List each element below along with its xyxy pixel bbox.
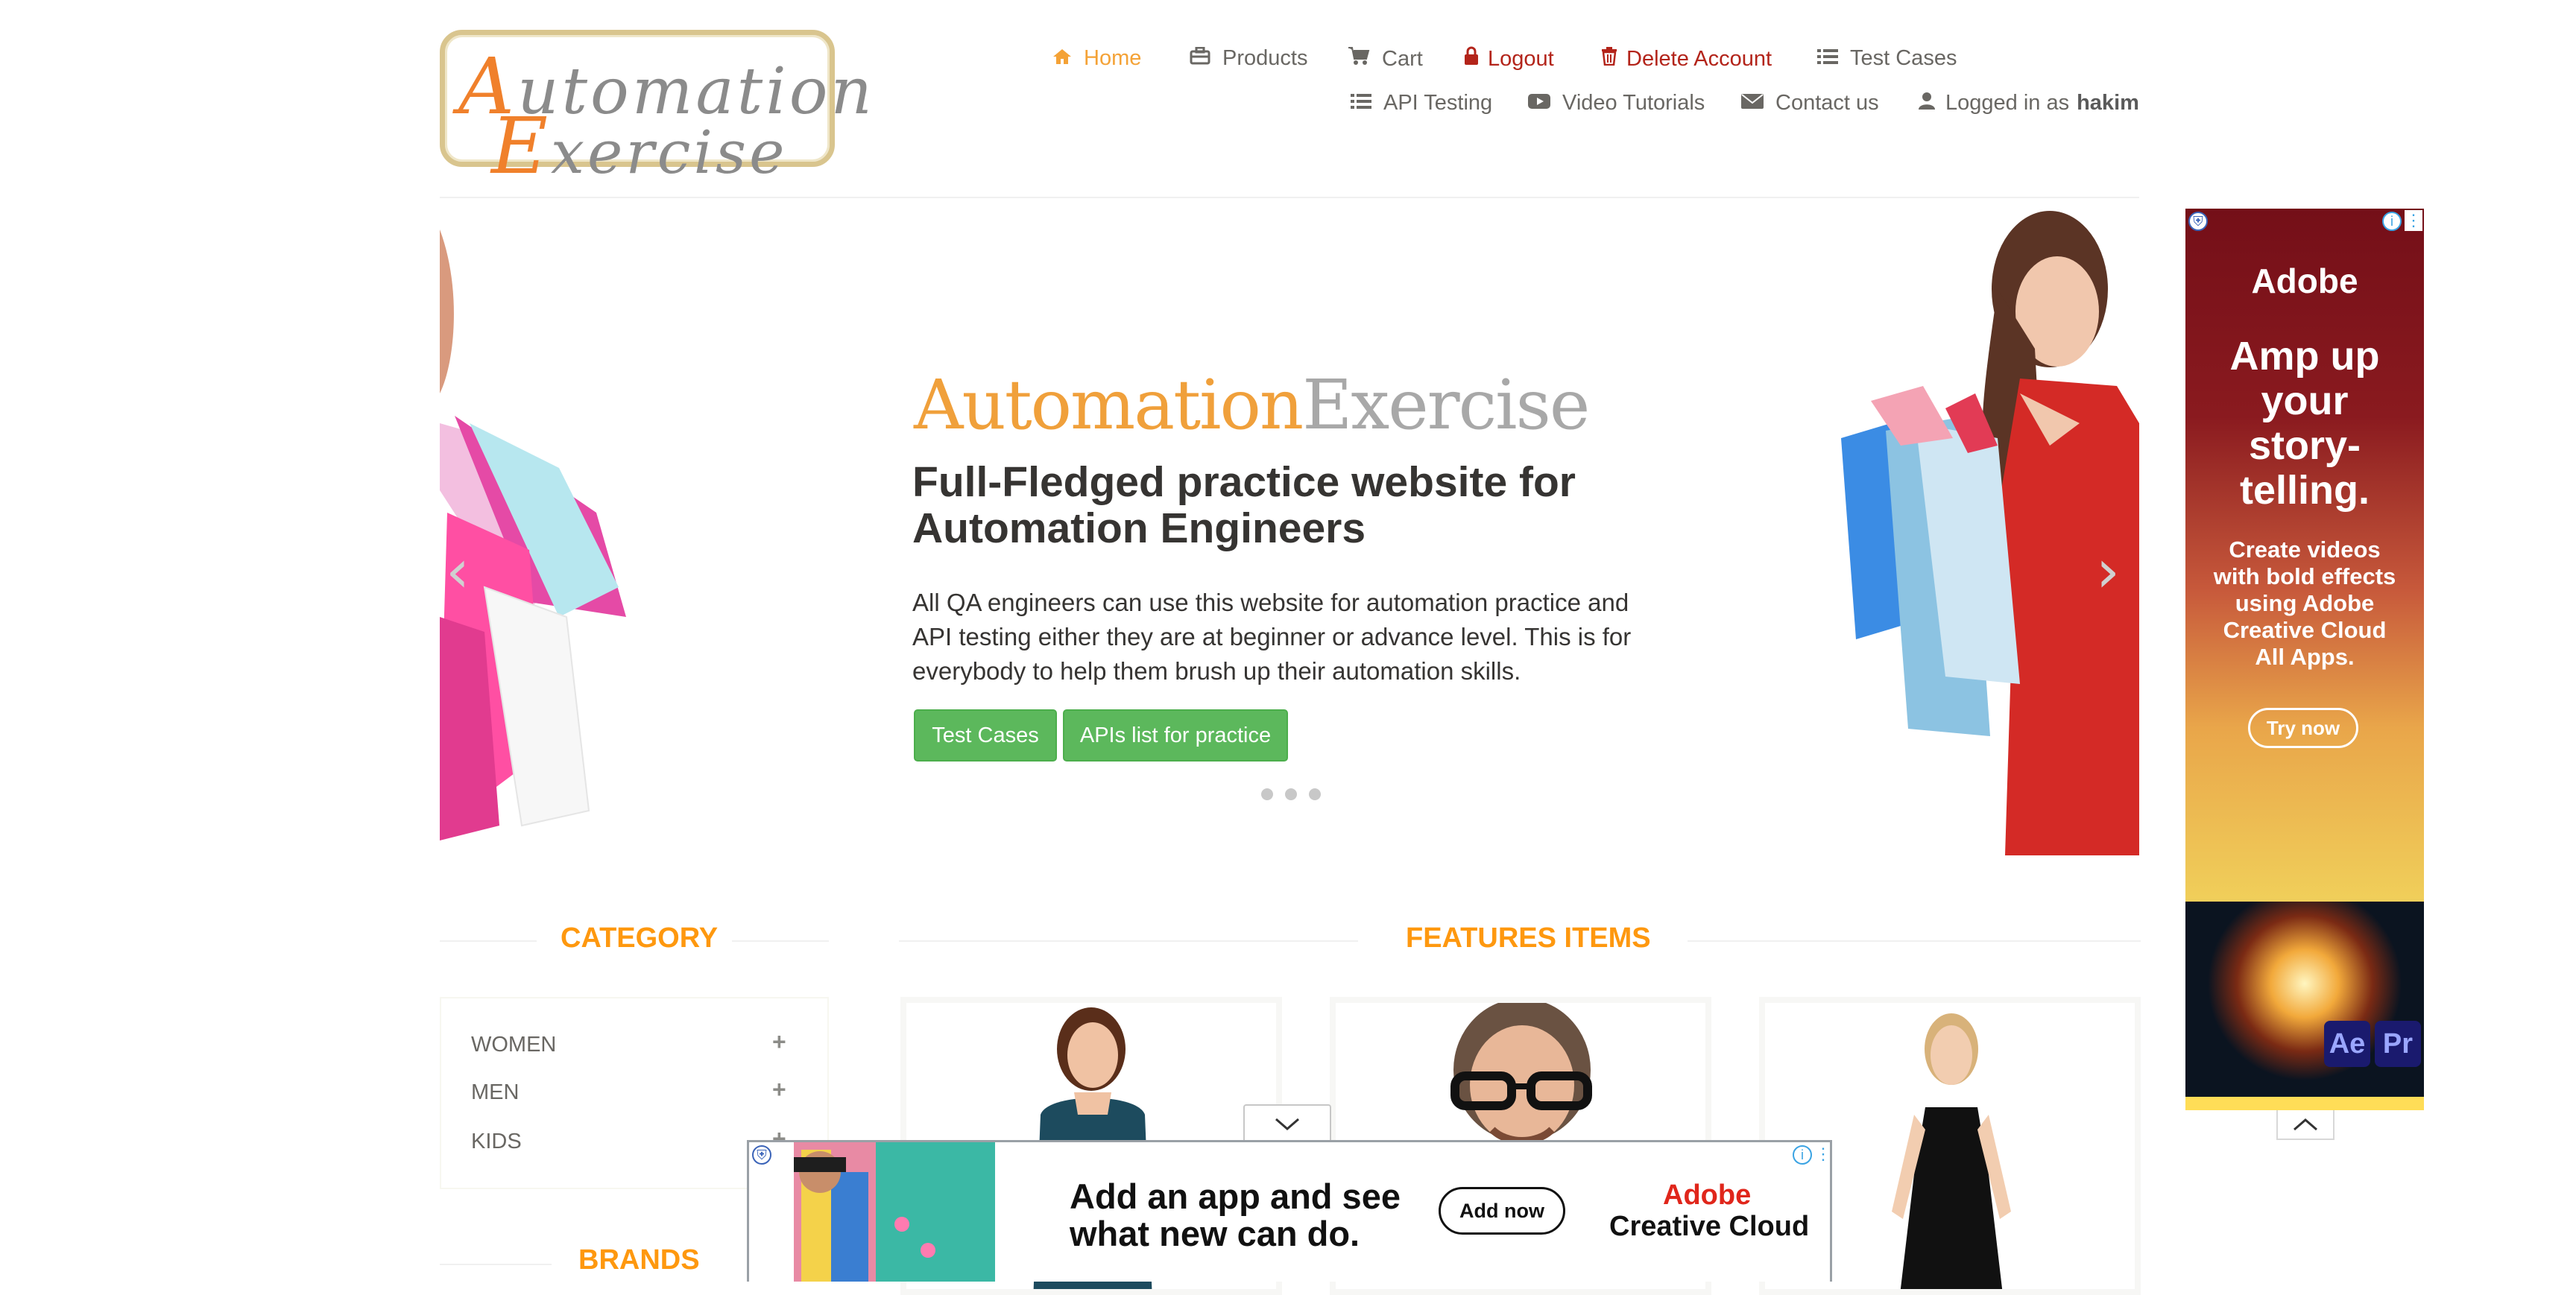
- ad-skyscraper[interactable]: ⛨ i ⋮ Adobe Amp up your story-telling. C…: [2185, 209, 2424, 1110]
- nav-label: Products: [1222, 46, 1308, 70]
- list-icon: [1817, 46, 1838, 71]
- nav-logout[interactable]: Logout: [1464, 46, 1554, 72]
- category-rule-right: [732, 940, 829, 942]
- brands-title: BRANDS: [578, 1244, 700, 1276]
- slider-dot-3[interactable]: [1309, 788, 1321, 800]
- youtube-icon: [1528, 91, 1550, 115]
- ad-banner-headline: Add an app and see what new can do.: [1070, 1177, 1401, 1253]
- slider-dot-1[interactable]: [1261, 788, 1273, 800]
- collapse-ad-button[interactable]: [2276, 1110, 2334, 1140]
- slider-heading: Full-Fledged practice website for Automa…: [912, 458, 1576, 552]
- ad-menu-icon[interactable]: ⋮: [2405, 210, 2422, 231]
- nav-label: Logout: [1488, 46, 1554, 71]
- site-logo[interactable]: Automation Exercise: [440, 30, 872, 191]
- slider-image-left: [440, 229, 626, 840]
- slider-brand-title: AutomationExercise: [914, 365, 1590, 445]
- slider-text: All QA engineers can use this website fo…: [912, 589, 1632, 685]
- nav-video-tutorials[interactable]: Video Tutorials: [1528, 91, 1705, 115]
- username: hakim: [2077, 91, 2139, 115]
- nav-products[interactable]: Products: [1190, 46, 1307, 71]
- ad-brand: Adobe: [2251, 262, 2358, 300]
- category-title: CATEGORY: [561, 922, 719, 954]
- apis-list-button[interactable]: APIs list for practice: [1063, 709, 1288, 762]
- nav-label: Home: [1084, 46, 1142, 70]
- nav-label: Contact us: [1775, 91, 1879, 115]
- after-effects-badge: Ae: [2324, 1021, 2370, 1067]
- category-kids[interactable]: KIDS: [471, 1130, 522, 1154]
- chevron-up-icon: [2294, 1118, 2317, 1131]
- features-title: FEATURES ITEMS: [1406, 922, 1651, 954]
- nav-test-cases[interactable]: Test Cases: [1817, 46, 1957, 71]
- collapse-bottom-ad-button[interactable]: [1243, 1104, 1331, 1142]
- slider-prev-arrow[interactable]: ‹: [446, 536, 470, 606]
- nav-label: Test Cases: [1850, 46, 1957, 70]
- category-men[interactable]: MEN: [471, 1080, 519, 1105]
- nav-label: API Testing: [1383, 91, 1493, 115]
- features-rule-left: [899, 940, 1358, 942]
- slider-next-arrow[interactable]: ›: [2096, 536, 2120, 606]
- premiere-badge: Pr: [2375, 1021, 2421, 1067]
- ad-banner-bottom[interactable]: ⛨ i ⋮ Add an app and see what new can do…: [747, 1140, 1832, 1282]
- nav-home[interactable]: Home: [1052, 46, 1141, 71]
- ad-image: Ae Pr: [2185, 902, 2424, 1097]
- logo-line2: Exercise: [491, 101, 788, 191]
- nav-delete-account[interactable]: Delete Account: [1601, 46, 1772, 72]
- chevron-down-icon: [1275, 1118, 1299, 1130]
- list-icon: [1351, 91, 1371, 115]
- trash-icon: [1601, 46, 1617, 72]
- slider-image-right: [1841, 211, 2139, 855]
- user-icon: [1919, 91, 1935, 115]
- nav-api-testing[interactable]: API Testing: [1351, 91, 1492, 115]
- ad-try-now-button[interactable]: Try now: [2248, 708, 2358, 748]
- nav-label: Video Tutorials: [1562, 91, 1705, 115]
- features-rule-right: [1688, 940, 2141, 942]
- ad-add-now-button[interactable]: Add now: [1439, 1187, 1565, 1235]
- slider-dot-2[interactable]: [1285, 788, 1297, 800]
- expand-men-icon[interactable]: +: [772, 1076, 786, 1104]
- briefcase-icon: [1190, 46, 1210, 71]
- category-rule-left: [440, 940, 537, 942]
- ad-brand-adobe: Adobe: [1663, 1180, 1752, 1211]
- cart-icon: [1348, 46, 1370, 72]
- ad-info-icon[interactable]: i: [1793, 1145, 1812, 1165]
- header-divider: [440, 197, 2139, 198]
- brands-rule-left: [440, 1264, 552, 1265]
- nav-label: Cart: [1382, 46, 1423, 71]
- home-icon: [1052, 46, 1072, 71]
- ad-headline: Amp up your story-telling.: [2229, 334, 2380, 513]
- ad-menu-icon[interactable]: ⋮: [1815, 1144, 1830, 1165]
- lock-icon: [1464, 46, 1479, 72]
- ad-banner-image: [749, 1142, 995, 1282]
- category-women[interactable]: WOMEN: [471, 1033, 556, 1057]
- ad-shield-icon: ⛨: [752, 1145, 771, 1165]
- envelope-icon: [1741, 91, 1764, 115]
- nav-contact-us[interactable]: Contact us: [1741, 91, 1879, 115]
- nav-label: Delete Account: [1626, 46, 1772, 71]
- nav-cart[interactable]: Cart: [1348, 46, 1423, 72]
- ad-shield-icon: ⛨: [2188, 212, 2208, 231]
- ad-brand-creative-cloud: Creative Cloud: [1609, 1211, 1810, 1242]
- ad-info-icon[interactable]: i: [2382, 212, 2402, 231]
- test-cases-button[interactable]: Test Cases: [914, 709, 1057, 762]
- ad-body: Create videos with bold effects using Ad…: [2213, 536, 2396, 670]
- expand-women-icon[interactable]: +: [772, 1028, 786, 1056]
- logged-in-label: Logged in as: [1945, 91, 2070, 115]
- nav-logged-in: Logged in as hakim: [1919, 91, 2139, 115]
